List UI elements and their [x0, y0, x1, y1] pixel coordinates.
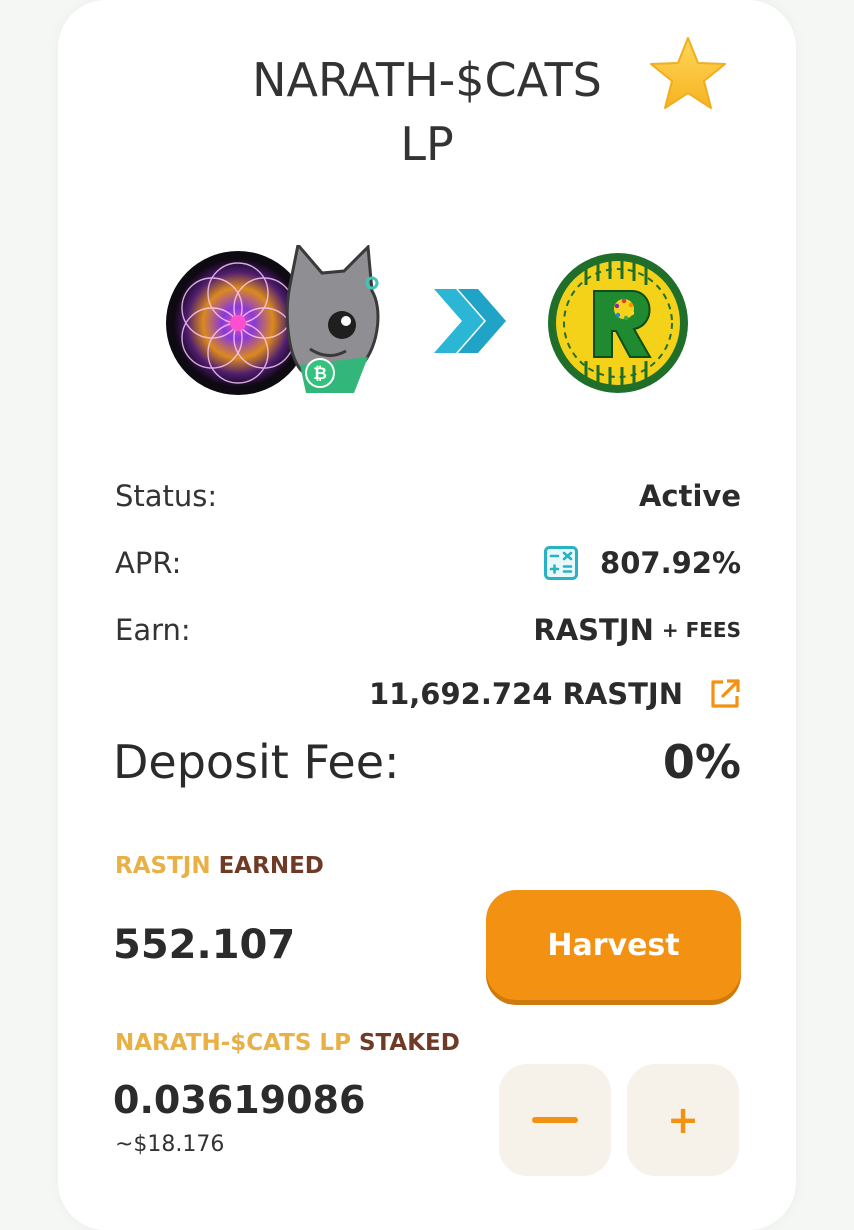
earn-row: Earn: RASTJN + FEES [115, 608, 741, 652]
apr-value-group: 807.92% [544, 546, 741, 580]
earned-suffix-label: EARNED [218, 853, 324, 879]
deposit-fee-row: Deposit Fee: 0% [113, 735, 741, 789]
stake-button[interactable]: + [627, 1064, 739, 1176]
double-chevron-right-icon [434, 289, 506, 353]
reward-amount: 11,692.724 RASTJN [368, 677, 683, 711]
rastjn-token-icon [548, 253, 688, 393]
calculator-icon[interactable] [544, 546, 579, 580]
staked-amount: 0.03619086 [113, 1078, 366, 1122]
earn-token: RASTJN [533, 613, 654, 647]
apr-row: APR: 807.92% [115, 541, 741, 585]
reward-row: 11,692.724 RASTJN [115, 672, 741, 716]
earn-label: Earn: [115, 613, 191, 647]
status-label: Status: [115, 479, 218, 513]
external-link-icon[interactable] [709, 678, 741, 710]
token-pair: ₿ [0, 245, 854, 405]
earned-heading: RASTJN EARNED [115, 853, 324, 879]
staked-usd-value: ~$18.176 [115, 1132, 225, 1157]
apr-label: APR: [115, 546, 182, 580]
svg-text:₿: ₿ [313, 364, 327, 384]
earn-fees: + FEES [661, 618, 741, 642]
cat-token-icon: ₿ [285, 245, 380, 393]
earned-token-label: RASTJN [115, 853, 211, 879]
staked-heading: NARATH-$CATS LP STAKED [115, 1030, 460, 1056]
status-row: Status: Active [115, 474, 741, 518]
deposit-fee-value: 0% [662, 735, 741, 789]
earned-amount: 552.107 [113, 922, 296, 968]
reward-group: 11,692.724 RASTJN [369, 677, 741, 711]
unstake-button[interactable] [499, 1064, 611, 1176]
plus-icon: + [667, 1098, 699, 1142]
status-value: Active [638, 479, 741, 513]
minus-icon [532, 1117, 578, 1123]
pool-title-line2: LP [400, 117, 454, 171]
star-icon[interactable] [648, 36, 728, 112]
deposit-fee-label: Deposit Fee: [113, 735, 400, 789]
staked-token-label: NARATH-$CATS LP [115, 1030, 351, 1056]
earn-value: RASTJN + FEES [533, 613, 741, 647]
apr-value: 807.92% [600, 546, 741, 580]
harvest-button[interactable]: Harvest [486, 890, 741, 1000]
staked-suffix-label: STAKED [358, 1030, 460, 1056]
